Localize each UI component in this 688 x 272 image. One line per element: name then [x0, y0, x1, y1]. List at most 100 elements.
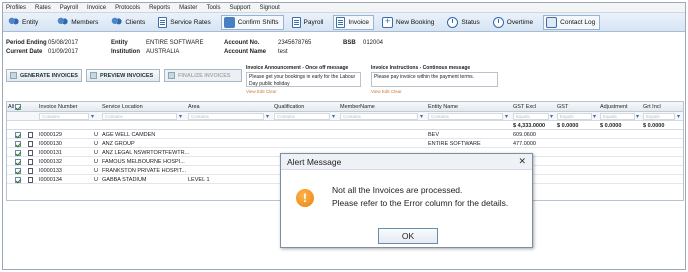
filter-icon[interactable]: ▾ — [266, 113, 269, 120]
col-invoice-number[interactable]: Invoice Number — [39, 104, 78, 110]
announcement-textbox[interactable]: Please get your bookings in early for th… — [246, 72, 361, 87]
filter-gst[interactable]: Equals — [557, 113, 592, 120]
row-flag: U — [94, 140, 98, 147]
toolbar-payroll-button[interactable]: Payroll — [289, 15, 329, 30]
row-checkbox[interactable] — [15, 167, 21, 174]
finalize-invoices-button[interactable]: FINALIZE INVOICES — [164, 69, 242, 82]
menu-profiles[interactable]: Profiles — [6, 5, 26, 11]
row-flag: U — [94, 176, 98, 183]
col-qualification[interactable]: Qualification — [274, 104, 304, 110]
menu-support[interactable]: Support — [229, 5, 250, 11]
row-invoice-number: I0000130 — [39, 140, 62, 147]
menu-rates[interactable]: Rates — [35, 5, 51, 11]
filter-member-name[interactable]: Contains — [340, 113, 418, 120]
filter-icon[interactable]: ▾ — [505, 113, 508, 120]
filter-icon[interactable]: ▾ — [420, 113, 423, 120]
toolbar-new-booking-button[interactable]: New Booking — [379, 15, 439, 30]
toolbar-clients-button[interactable]: Clients — [108, 15, 150, 30]
row-checkbox[interactable] — [15, 140, 21, 147]
row-checkbox[interactable] — [15, 176, 21, 183]
menu-protocols[interactable]: Protocols — [115, 5, 140, 11]
toolbar-members-label: Members — [71, 18, 99, 26]
row-checkbox[interactable] — [15, 149, 21, 156]
toolbar-service-rates-button[interactable]: Service Rates — [155, 15, 215, 30]
filter-icon[interactable]: ▾ — [593, 113, 596, 120]
preview-invoices-button[interactable]: PREVIEW INVOICES — [86, 69, 160, 82]
toolbar-invoice-button[interactable]: Invoice — [333, 14, 375, 30]
menu-master[interactable]: Master — [179, 5, 197, 11]
col-entity-name[interactable]: Entity Name — [428, 104, 458, 110]
menu-signout[interactable]: Signout — [259, 5, 279, 11]
filter-invoice-number[interactable]: Contains — [39, 113, 89, 120]
filter-adjustment[interactable]: Equals — [600, 113, 635, 120]
instructions-edit-links[interactable]: View Edit Clear — [371, 89, 402, 94]
close-icon[interactable]: ✕ — [518, 156, 526, 167]
grid-header-row: All Invoice Number Service Location Area… — [7, 102, 683, 112]
row-service-location: ANZ GROUP — [102, 140, 135, 147]
row-service-location: AGE WELL CAMDEN — [102, 131, 156, 138]
col-grt-incl[interactable]: Grt Incl — [643, 104, 661, 110]
filter-icon[interactable]: ▾ — [550, 113, 553, 120]
document-icon[interactable] — [28, 167, 33, 174]
bsb-label: BSB — [343, 40, 356, 46]
filter-grt-incl[interactable]: Equals — [643, 113, 675, 120]
document-icon[interactable] — [28, 176, 33, 183]
period-ending-label: Period Ending — [6, 40, 47, 46]
generate-invoices-button[interactable]: GENERATE INVOICES — [6, 69, 82, 82]
toolbar-contact-log-button[interactable]: Contact Log — [543, 14, 601, 30]
toolbar-service-rates-label: Service Rates — [170, 18, 211, 26]
menu-reports[interactable]: Reports — [149, 5, 170, 11]
alert-message-line-1: Not all the Invoices are processed. — [332, 185, 463, 195]
table-row[interactable]: I0000129 U AGE WELL CAMDEN BEV 609.0600 — [7, 130, 683, 139]
col-gst-excl[interactable]: GST Excl — [513, 104, 536, 110]
account-no-value: 2345678765 — [278, 40, 312, 46]
filter-icon[interactable]: ▾ — [636, 113, 639, 120]
alert-title: Alert Message — [287, 156, 342, 167]
col-gst[interactable]: GST — [557, 104, 568, 110]
row-checkbox[interactable] — [15, 131, 21, 138]
document-icon[interactable] — [28, 140, 33, 147]
filter-icon[interactable]: ▾ — [677, 113, 680, 120]
table-row[interactable]: I0000130 U ANZ GROUP ENTIRE SOFTWARE 477… — [7, 139, 683, 148]
document-icon[interactable] — [28, 158, 33, 165]
col-member-name[interactable]: MemberName — [340, 104, 375, 110]
col-area[interactable]: Area — [188, 104, 200, 110]
select-all-checkbox[interactable] — [15, 104, 21, 110]
alert-dialog: Alert Message ✕ ! Not all the Invoices a… — [280, 153, 533, 248]
toolbar-invoice-label: Invoice — [348, 18, 370, 26]
announcement-edit-links[interactable]: View Edit Clear — [246, 89, 277, 94]
toolbar-members-button[interactable]: Members — [54, 15, 103, 30]
preview-icon — [90, 72, 97, 79]
alert-title-bar: Alert Message ✕ — [281, 154, 532, 170]
filter-icon[interactable]: ▾ — [91, 113, 94, 120]
col-service-location[interactable]: Service Location — [102, 104, 143, 110]
filter-qualification[interactable]: Contains — [274, 113, 330, 120]
instructions-textbox[interactable]: Please pay invoice within the payment te… — [371, 72, 498, 87]
row-checkbox[interactable] — [15, 158, 21, 165]
toolbar-payroll-label: Payroll — [303, 18, 324, 26]
ok-button[interactable]: OK — [378, 228, 438, 244]
menu-bar: Profiles Rates Payroll Invoice Protocols… — [3, 3, 685, 13]
filter-area[interactable]: Contains — [188, 113, 264, 120]
toolbar-entity-button[interactable]: Entity — [5, 15, 43, 30]
toolbar-overtime-button[interactable]: Overtime — [490, 15, 538, 30]
filter-icon[interactable]: ▾ — [332, 113, 335, 120]
menu-payroll[interactable]: Payroll — [60, 5, 78, 11]
toolbar-confirm-shifts-button[interactable]: Confirm Shifts — [220, 14, 284, 30]
menu-tools[interactable]: Tools — [206, 5, 220, 11]
document-icon[interactable] — [28, 149, 33, 156]
filter-entity-name[interactable]: Contains — [428, 113, 503, 120]
filter-gst-excl[interactable]: Equals — [513, 113, 549, 120]
toolbar-status-button[interactable]: Status — [444, 15, 484, 30]
col-adjustment[interactable]: Adjustment — [600, 104, 628, 110]
toolbar-entity-label: Entity — [22, 18, 39, 26]
sum-grt-incl: $ 0.0000 — [643, 122, 665, 129]
col-all[interactable]: All — [8, 104, 14, 110]
document-icon[interactable] — [28, 131, 33, 138]
finalize-icon — [168, 72, 175, 79]
filter-icon[interactable]: ▾ — [179, 113, 182, 120]
filter-service-location[interactable]: Contains — [102, 113, 177, 120]
instructions-title: Invoice Instructions - Continous message — [371, 65, 471, 71]
current-date-label: Current Date — [6, 49, 43, 55]
menu-invoice[interactable]: Invoice — [87, 5, 106, 11]
